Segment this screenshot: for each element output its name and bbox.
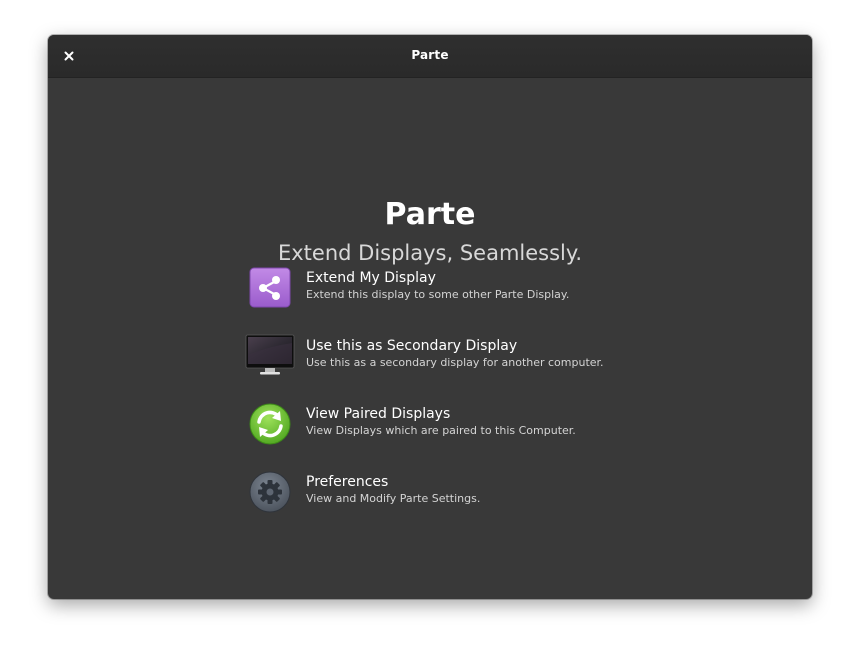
monitor-icon xyxy=(244,333,296,379)
window-title: Parte xyxy=(411,48,449,62)
menu-item-description: Use this as a secondary display for anot… xyxy=(306,356,604,369)
preferences-button[interactable]: Preferences View and Modify Parte Settin… xyxy=(244,463,664,519)
menu-item-description: Extend this display to some other Parte … xyxy=(306,288,570,301)
view-paired-displays-button[interactable]: View Paired Displays View Displays which… xyxy=(244,395,664,451)
menu-item-label: View Paired Displays xyxy=(306,406,451,422)
page-title: Parte xyxy=(384,197,476,232)
gear-icon xyxy=(244,469,296,515)
menu-item-description: View Displays which are paired to this C… xyxy=(306,424,576,437)
welcome-view: Parte Extend Displays, Seamlessly. Exten… xyxy=(48,79,812,599)
secondary-display-button[interactable]: Use this as Secondary Display Use this a… xyxy=(244,327,664,383)
extend-my-display-button[interactable]: Extend My Display Extend this display to… xyxy=(244,259,664,315)
title-bar[interactable]: Parte xyxy=(48,35,812,78)
app-window: Parte Parte Extend Displays, Seamlessly. xyxy=(48,35,812,599)
menu-item-label: Preferences xyxy=(306,474,389,490)
share-icon xyxy=(244,265,296,311)
sync-icon xyxy=(244,401,296,447)
menu-item-label: Extend My Display xyxy=(306,270,436,286)
menu-item-description: View and Modify Parte Settings. xyxy=(306,492,481,505)
menu-item-label: Use this as Secondary Display xyxy=(306,338,518,354)
